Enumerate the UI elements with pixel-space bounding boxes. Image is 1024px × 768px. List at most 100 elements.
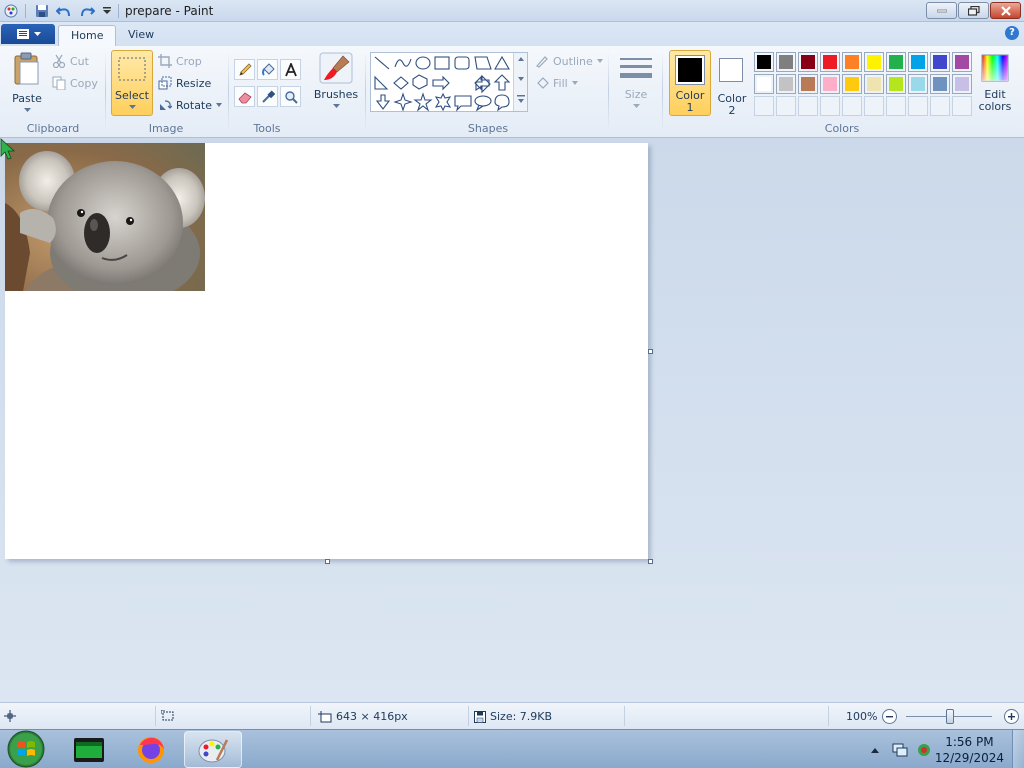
tab-view[interactable]: View: [116, 25, 166, 46]
close-button[interactable]: [990, 2, 1021, 19]
magnifier-icon[interactable]: [280, 86, 301, 107]
show-desktop-button[interactable]: [1012, 730, 1024, 768]
palette-color-swatch[interactable]: [820, 74, 840, 94]
palette-color-swatch[interactable]: [952, 52, 972, 72]
palette-custom-slot[interactable]: [886, 96, 906, 116]
taskbar-paint-app[interactable]: [184, 731, 242, 768]
help-icon[interactable]: ?: [1005, 26, 1019, 40]
select-button[interactable]: Select: [111, 50, 153, 116]
paste-label: Paste: [12, 92, 42, 105]
text-tool-icon[interactable]: [280, 59, 301, 80]
brushes-button[interactable]: Brushes: [311, 50, 361, 116]
chevron-down-icon: [129, 105, 136, 109]
clock[interactable]: 1:56 PM 12/29/2024: [935, 734, 1004, 766]
palette-custom-slot[interactable]: [842, 96, 862, 116]
group-separator: [608, 52, 609, 132]
palette-color-swatch[interactable]: [908, 52, 928, 72]
palette-color-swatch[interactable]: [930, 74, 950, 94]
select-rectangle-icon: [118, 57, 146, 81]
swatch-fill: [779, 55, 793, 69]
chevron-down-icon: [596, 59, 603, 63]
palette-color-swatch[interactable]: [776, 52, 796, 72]
taskbar-terminal-app[interactable]: [60, 731, 118, 768]
palette-color-swatch[interactable]: [886, 52, 906, 72]
outline-button[interactable]: Outline: [535, 51, 603, 71]
palette-custom-slot[interactable]: [776, 96, 796, 116]
eraser-icon[interactable]: [234, 86, 255, 107]
zoom-slider-thumb[interactable]: [946, 709, 954, 724]
scroll-down-icon: [518, 77, 524, 81]
size-button[interactable]: Size: [614, 50, 658, 116]
redo-icon[interactable]: [79, 3, 95, 19]
canvas-workspace[interactable]: [0, 138, 1024, 702]
color-picker-icon[interactable]: [257, 86, 278, 107]
resize-handle-right[interactable]: [648, 349, 653, 354]
crop-button[interactable]: Crop: [158, 51, 202, 71]
palette-color-swatch[interactable]: [798, 52, 818, 72]
group-separator: [662, 52, 663, 132]
palette-color-swatch[interactable]: [754, 52, 774, 72]
selection-size: [161, 710, 175, 722]
edit-colors-button[interactable]: Edit colors: [975, 50, 1015, 116]
canvas-dimensions: 643 × 416px: [318, 710, 408, 723]
palette-color-swatch[interactable]: [820, 52, 840, 72]
start-button[interactable]: [4, 730, 48, 768]
minimize-button[interactable]: [926, 2, 957, 19]
palette-color-swatch[interactable]: [908, 74, 928, 94]
shapes-scrollbar[interactable]: [513, 53, 527, 111]
fill-button[interactable]: Fill: [535, 73, 578, 93]
color2-button[interactable]: Color 2: [712, 50, 752, 117]
show-hidden-icons[interactable]: [870, 746, 880, 754]
file-menu-button[interactable]: [1, 24, 55, 44]
select-label: Select: [115, 89, 149, 102]
palette-custom-slot[interactable]: [820, 96, 840, 116]
copy-label: Copy: [70, 76, 98, 90]
mouse-cursor-icon: [0, 138, 16, 160]
color1-button[interactable]: Color 1: [669, 50, 711, 116]
action-center-icon[interactable]: [916, 742, 932, 758]
palette-custom-slot[interactable]: [930, 96, 950, 116]
rotate-button[interactable]: Rotate: [158, 95, 223, 115]
tab-home[interactable]: Home: [58, 25, 117, 46]
shapes-gallery-icons[interactable]: [371, 53, 511, 113]
palette-color-swatch[interactable]: [930, 52, 950, 72]
undo-icon[interactable]: [56, 3, 72, 19]
palette-custom-slot[interactable]: [908, 96, 928, 116]
palette-custom-slot[interactable]: [864, 96, 884, 116]
zoom-out-button[interactable]: [882, 709, 897, 724]
paste-button[interactable]: Paste: [8, 50, 46, 116]
drawing-canvas[interactable]: [5, 143, 653, 564]
window-title: prepare - Paint: [125, 4, 214, 18]
palette-color-swatch[interactable]: [842, 52, 862, 72]
palette-color-swatch[interactable]: [864, 74, 884, 94]
status-bar: 643 × 416px Size: 7.9KB 100%: [0, 702, 1024, 729]
firefox-icon: [138, 736, 164, 763]
resize-button[interactable]: Resize: [158, 73, 211, 93]
palette-color-swatch[interactable]: [776, 74, 796, 94]
restore-button[interactable]: [958, 2, 989, 19]
paint-palette-icon: [198, 738, 229, 762]
paint-app-icon[interactable]: [3, 3, 19, 19]
file-menu-icon: [16, 29, 29, 39]
palette-color-swatch[interactable]: [798, 74, 818, 94]
fill-bucket-icon[interactable]: [257, 59, 278, 80]
taskbar-firefox-app[interactable]: [122, 731, 180, 768]
palette-color-swatch[interactable]: [754, 74, 774, 94]
palette-color-swatch[interactable]: [952, 74, 972, 94]
ribbon-tabs: Home View ?: [0, 22, 1024, 46]
palette-color-swatch[interactable]: [864, 52, 884, 72]
cut-button[interactable]: Cut: [52, 51, 89, 71]
palette-color-swatch[interactable]: [886, 74, 906, 94]
palette-custom-slot[interactable]: [952, 96, 972, 116]
zoom-in-button[interactable]: [1004, 709, 1019, 724]
palette-custom-slot[interactable]: [754, 96, 774, 116]
resize-handle-corner[interactable]: [648, 559, 653, 564]
save-icon[interactable]: [34, 3, 50, 19]
customize-qat-icon[interactable]: [99, 3, 115, 19]
palette-custom-slot[interactable]: [798, 96, 818, 116]
network-icon[interactable]: [892, 742, 908, 758]
palette-color-swatch[interactable]: [842, 74, 862, 94]
copy-button[interactable]: Copy: [52, 73, 98, 93]
resize-handle-bottom[interactable]: [325, 559, 330, 564]
pencil-icon[interactable]: [234, 59, 255, 80]
